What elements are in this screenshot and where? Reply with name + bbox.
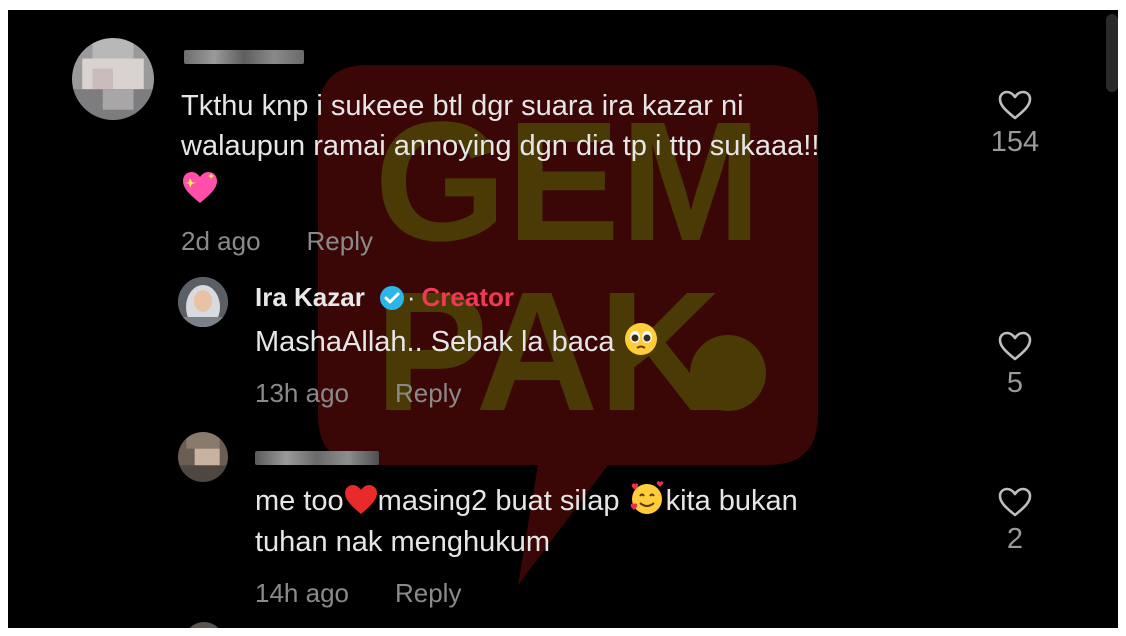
- like-count: 2: [1006, 523, 1024, 555]
- timestamp: 13h ago: [255, 378, 349, 408]
- scrollbar[interactable]: [1106, 14, 1118, 92]
- author-name[interactable]: Ira Kazar: [255, 282, 365, 313]
- pleading-face-emoji-icon: [624, 323, 657, 355]
- creator-badge: Creator: [421, 282, 514, 312]
- avatar[interactable]: [184, 622, 224, 628]
- reply-button[interactable]: Reply: [395, 378, 461, 408]
- heart-outline-icon: [998, 90, 1032, 120]
- reply-text-part: me too: [255, 485, 344, 517]
- blurred-username[interactable]: [255, 451, 379, 465]
- comments-panel: GEM PAK Tkthu knp i sukeee btl dgr suara…: [8, 10, 1118, 628]
- avatar[interactable]: [72, 38, 154, 120]
- comment-text-line-1: Tkthu knp i sukeee btl dgr suara ira kaz…: [181, 90, 744, 122]
- reply-text-line-2: tuhan nak menghukum: [255, 526, 551, 558]
- timestamp: 2d ago: [181, 226, 261, 256]
- like-count: 5: [1006, 367, 1024, 399]
- reply-text-content: MashaAllah.. Sebak la baca: [255, 326, 615, 358]
- like-button[interactable]: 2: [984, 487, 1046, 556]
- blurred-avatar-icon: [178, 432, 228, 482]
- reply-button[interactable]: Reply: [395, 578, 461, 608]
- reply-author-row: Ira Kazar · Creator: [255, 282, 514, 313]
- reply-text: MashaAllah.. Sebak la baca: [255, 321, 659, 362]
- red-heart-emoji-icon: [344, 485, 377, 514]
- separator: ·: [406, 282, 416, 312]
- comment-meta: 2d ago Reply: [181, 226, 419, 257]
- comment-text-line-2: walaupun ramai annoying dgn dia tp i ttp…: [181, 130, 820, 162]
- reply-button[interactable]: Reply: [307, 226, 373, 256]
- like-button[interactable]: 154: [984, 90, 1046, 159]
- reply-meta: 13h ago Reply: [255, 378, 507, 409]
- verified-badge-icon: [379, 285, 404, 310]
- like-count: 154: [990, 126, 1040, 158]
- reply-meta: 14h ago Reply: [255, 578, 507, 609]
- profile-photo-icon: [178, 277, 228, 327]
- reply-text-part: masing2 buat silap: [377, 485, 620, 517]
- blurred-username[interactable]: [184, 50, 304, 64]
- reply-text-part: kita bukan: [665, 485, 798, 517]
- timestamp: 14h ago: [255, 578, 349, 608]
- like-button[interactable]: 5: [984, 331, 1046, 400]
- creator-avatar[interactable]: [178, 277, 228, 327]
- avatar[interactable]: [178, 432, 228, 482]
- heart-outline-icon: [998, 331, 1032, 361]
- blurred-avatar-icon: [72, 38, 154, 120]
- smiling-face-with-hearts-emoji-icon: [630, 481, 663, 514]
- reply-text-line-1: me too masing2 buat silap kita bukan: [255, 480, 798, 521]
- heart-outline-icon: [998, 487, 1032, 517]
- sparkling-heart-emoji-icon: [181, 170, 219, 211]
